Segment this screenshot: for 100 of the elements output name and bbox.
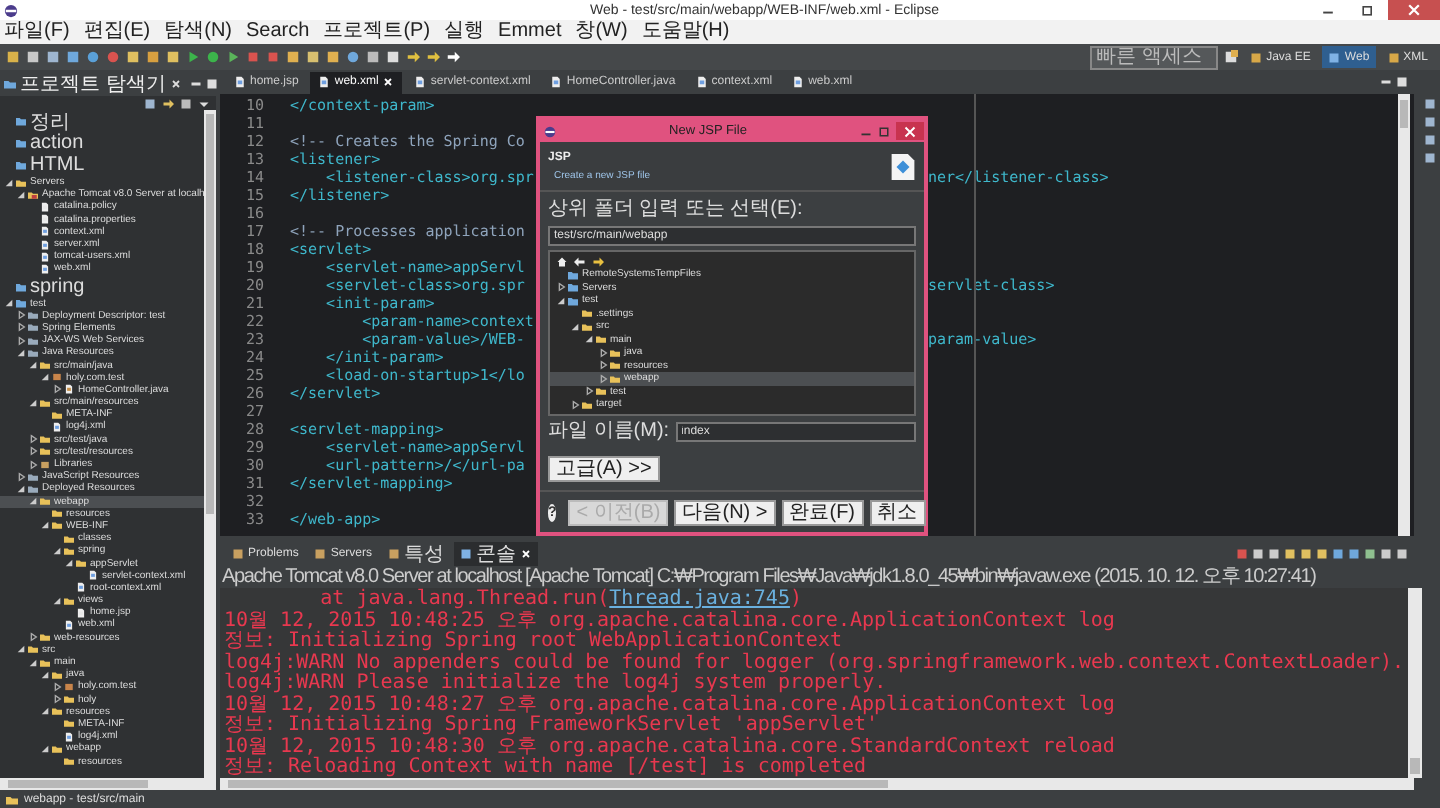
square-icon[interactable] bbox=[1348, 547, 1360, 559]
caret-icon[interactable] bbox=[16, 335, 26, 346]
square-icon[interactable] bbox=[386, 50, 400, 64]
caret-icon[interactable] bbox=[556, 295, 566, 306]
tree-item[interactable]: spring bbox=[0, 275, 204, 297]
dialog-button[interactable]: 취소 bbox=[869, 499, 926, 525]
square-icon[interactable] bbox=[1423, 134, 1435, 146]
dialog-button[interactable]: 다음(N) > bbox=[674, 499, 776, 525]
caret-icon[interactable] bbox=[28, 657, 38, 668]
view-tab[interactable]: 특성 bbox=[382, 541, 451, 565]
caret-icon[interactable] bbox=[598, 360, 608, 371]
menu-item[interactable]: 실행 bbox=[444, 20, 485, 44]
minimize-icon[interactable] bbox=[1380, 76, 1392, 88]
caret-icon[interactable] bbox=[584, 386, 594, 397]
caret-icon[interactable] bbox=[28, 459, 38, 470]
scrollbar[interactable] bbox=[0, 778, 216, 790]
play-icon[interactable] bbox=[226, 50, 240, 64]
menu-item[interactable]: 탐색(N) bbox=[164, 20, 233, 44]
menu-item[interactable]: 창(W) bbox=[575, 20, 628, 44]
circle-icon[interactable] bbox=[206, 50, 220, 64]
caret-icon[interactable] bbox=[28, 360, 38, 371]
square-icon[interactable] bbox=[126, 50, 140, 64]
tree-item[interactable]: action bbox=[0, 132, 204, 154]
source-link[interactable]: Thread.java:745 bbox=[609, 588, 790, 610]
circle-icon[interactable] bbox=[86, 50, 100, 64]
tree-item[interactable]: 정리 bbox=[0, 110, 204, 132]
caret-icon[interactable] bbox=[52, 545, 62, 556]
maximize-icon[interactable] bbox=[205, 77, 218, 89]
link-icon[interactable] bbox=[162, 97, 174, 109]
menu-item[interactable]: 파일(F) bbox=[4, 20, 70, 44]
caret-icon[interactable] bbox=[64, 558, 74, 569]
caret-icon[interactable] bbox=[16, 483, 26, 494]
square-icon[interactable] bbox=[1316, 547, 1328, 559]
scrollbar[interactable] bbox=[204, 110, 216, 778]
caret-icon[interactable] bbox=[570, 399, 580, 410]
caret-icon[interactable] bbox=[28, 632, 38, 643]
caret-icon[interactable] bbox=[28, 446, 38, 457]
collapse-icon[interactable] bbox=[144, 97, 156, 109]
maximize-icon[interactable] bbox=[878, 125, 890, 137]
close-button[interactable] bbox=[1388, 0, 1440, 20]
caret-icon[interactable] bbox=[16, 189, 26, 200]
caret-icon[interactable] bbox=[598, 347, 608, 358]
caret-icon[interactable] bbox=[40, 520, 50, 531]
square-icon[interactable] bbox=[286, 50, 300, 64]
square-icon[interactable] bbox=[1284, 547, 1296, 559]
square-icon[interactable] bbox=[366, 50, 380, 64]
square-icon[interactable] bbox=[1423, 116, 1435, 128]
square-icon[interactable] bbox=[1332, 547, 1344, 559]
caret-icon[interactable] bbox=[40, 669, 50, 680]
caret-icon[interactable] bbox=[52, 694, 62, 705]
menu-item[interactable]: Search bbox=[246, 20, 310, 44]
view-tab[interactable]: 콘솔 bbox=[454, 541, 539, 565]
back-arrow-icon[interactable] bbox=[574, 255, 586, 267]
square-icon[interactable] bbox=[180, 97, 192, 109]
square-icon[interactable] bbox=[166, 50, 180, 64]
caret-icon[interactable] bbox=[28, 397, 38, 408]
menu-item[interactable]: 도움말(H) bbox=[641, 20, 730, 44]
forward-arrow-icon[interactable] bbox=[592, 255, 604, 267]
caret-icon[interactable] bbox=[4, 177, 14, 188]
caret-icon[interactable] bbox=[28, 496, 38, 507]
square-icon[interactable] bbox=[1423, 98, 1435, 110]
scrollbar[interactable] bbox=[220, 778, 1414, 790]
square-icon[interactable] bbox=[1364, 547, 1376, 559]
caret-icon[interactable] bbox=[40, 706, 50, 717]
caret-icon[interactable] bbox=[40, 372, 50, 383]
caret-icon[interactable] bbox=[40, 743, 50, 754]
caret-icon[interactable] bbox=[52, 595, 62, 606]
caret-icon[interactable] bbox=[570, 321, 580, 332]
caret-icon[interactable] bbox=[556, 282, 566, 293]
advanced-button[interactable]: 고급(A) >> bbox=[548, 456, 660, 482]
scrollbar[interactable] bbox=[1398, 94, 1410, 536]
square-icon[interactable] bbox=[326, 50, 340, 64]
close-button[interactable] bbox=[896, 122, 924, 140]
square-icon[interactable] bbox=[46, 50, 60, 64]
home-icon[interactable] bbox=[556, 255, 568, 267]
circle-icon[interactable] bbox=[346, 50, 360, 64]
caret-icon[interactable] bbox=[4, 298, 14, 309]
square-icon[interactable] bbox=[306, 50, 320, 64]
scrollbar[interactable] bbox=[1408, 588, 1423, 778]
caret-icon[interactable] bbox=[52, 681, 62, 692]
caret-icon[interactable] bbox=[584, 334, 594, 345]
minimize-icon[interactable] bbox=[189, 77, 202, 89]
square-icon[interactable] bbox=[1396, 547, 1408, 559]
square-icon[interactable] bbox=[1252, 547, 1264, 559]
square-icon[interactable] bbox=[146, 50, 160, 64]
menu-item[interactable]: 편집(E) bbox=[83, 20, 151, 44]
caret-icon[interactable] bbox=[16, 471, 26, 482]
window-icon[interactable] bbox=[1224, 50, 1239, 64]
caret-icon[interactable] bbox=[16, 322, 26, 333]
square-icon[interactable] bbox=[1380, 547, 1392, 559]
dialog-button[interactable]: 완료(F) bbox=[781, 499, 864, 525]
square-icon[interactable] bbox=[1300, 547, 1312, 559]
menu-item[interactable]: Emmet bbox=[498, 20, 562, 44]
tree-item[interactable]: HTML bbox=[0, 154, 204, 176]
caret-icon[interactable] bbox=[52, 384, 62, 395]
play-icon[interactable] bbox=[186, 50, 200, 64]
square-icon[interactable] bbox=[26, 50, 40, 64]
caret-icon[interactable] bbox=[16, 310, 26, 321]
maximize-icon[interactable] bbox=[1396, 76, 1408, 88]
square-icon[interactable] bbox=[6, 50, 20, 64]
